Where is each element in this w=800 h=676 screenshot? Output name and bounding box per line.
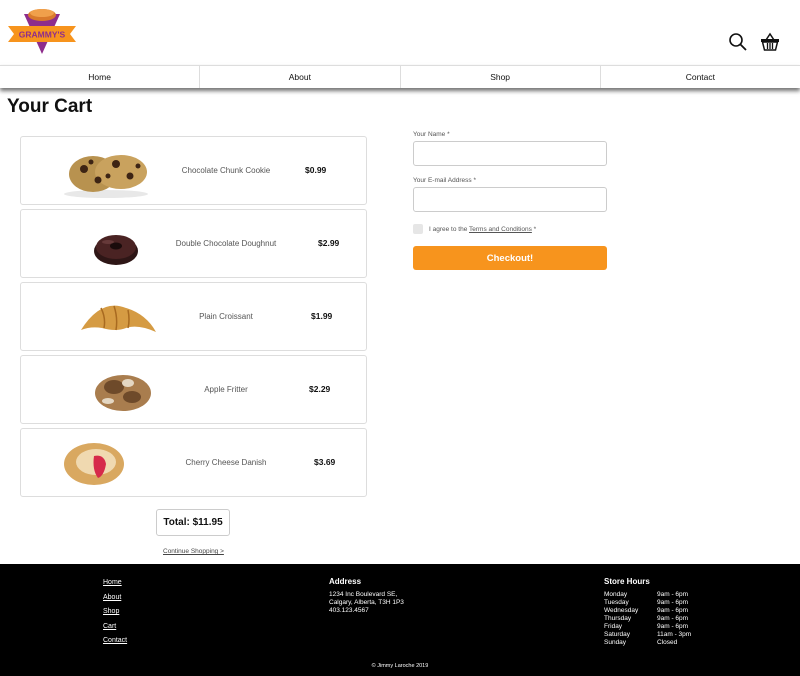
cart-item-name: Apple Fritter bbox=[204, 385, 248, 394]
hours-row: Tuesday 9am - 6pm bbox=[604, 599, 691, 607]
doughnut-image bbox=[94, 235, 138, 265]
hours-time: 9am - 6pm bbox=[657, 591, 689, 598]
cart-item-price: $0.99 bbox=[305, 165, 327, 175]
hours-time: 9am - 6pm bbox=[657, 607, 689, 614]
hours-row: Sunday Closed bbox=[604, 639, 691, 647]
terms-link[interactable]: Terms and Conditions bbox=[469, 226, 532, 233]
cart-item: Chocolate Chunk Cookie $0.99 bbox=[20, 136, 367, 205]
hours-row: Wednesday 9am - 6pm bbox=[604, 607, 691, 615]
checkout-button[interactable]: Checkout! bbox=[413, 246, 607, 270]
cart-item-price: $1.99 bbox=[311, 311, 333, 321]
cart-total: Total: $11.95 bbox=[156, 509, 230, 536]
email-field[interactable] bbox=[413, 187, 607, 212]
hours-heading: Store Hours bbox=[604, 577, 650, 586]
nav-item-home[interactable]: Home bbox=[0, 66, 201, 88]
cart-item-price: $2.29 bbox=[309, 384, 331, 394]
hours-day: Monday bbox=[604, 591, 628, 598]
nav-item-contact[interactable]: Contact bbox=[601, 66, 800, 88]
footer-store-hours: Store Hours Monday 9am - 6pm Tuesday 9am -… bbox=[604, 577, 691, 647]
main-nav: Home About Shop Contact bbox=[0, 65, 800, 88]
cart-item-name: Chocolate Chunk Cookie bbox=[181, 166, 271, 175]
name-field[interactable] bbox=[413, 141, 607, 166]
hours-time: 11am - 3pm bbox=[657, 631, 692, 638]
hours-time: Closed bbox=[657, 639, 678, 646]
footer-link-contact[interactable]: Contact bbox=[103, 637, 127, 644]
search-icon[interactable] bbox=[728, 32, 748, 52]
nav-item-about[interactable]: About bbox=[200, 66, 401, 88]
terms-row: I agree to the Terms and Conditions * bbox=[413, 223, 607, 235]
cart-item-name: Plain Croissant bbox=[199, 312, 253, 321]
hours-day: Sunday bbox=[604, 639, 627, 646]
hours-day: Friday bbox=[604, 623, 623, 630]
cookie-image bbox=[64, 155, 148, 198]
cart-item-price: $3.69 bbox=[314, 457, 336, 467]
footer-link-cart[interactable]: Cart bbox=[103, 623, 127, 630]
fritter-image bbox=[95, 375, 151, 411]
footer-address: Address 1234 Inc Boulevard SE, Calgary, … bbox=[329, 577, 404, 615]
checkout-form: Your Name * Your E-mail Address * I agre… bbox=[413, 131, 607, 270]
address-heading: Address bbox=[329, 577, 362, 586]
grammys-logo[interactable]: GRAMMY'S bbox=[6, 6, 78, 56]
hours-time: 9am - 6pm bbox=[657, 599, 689, 606]
basket-icon[interactable] bbox=[760, 32, 780, 52]
address-phone: 403.123.4567 bbox=[329, 607, 369, 614]
cart-item: Cherry Cheese Danish $3.69 bbox=[20, 428, 367, 497]
terms-prefix: I agree to the bbox=[429, 225, 469, 233]
address-line: 1234 Inc Boulevard SE, bbox=[329, 591, 398, 598]
terms-checkbox[interactable] bbox=[413, 224, 423, 234]
cart-item-name: Double Chocolate Doughnut bbox=[175, 239, 277, 248]
danish-image bbox=[64, 443, 124, 485]
email-label: Your E-mail Address * bbox=[413, 177, 476, 184]
footer-link-about[interactable]: About bbox=[103, 594, 127, 601]
name-label: Your Name * bbox=[413, 131, 450, 138]
terms-required-mark: * bbox=[531, 225, 537, 233]
site-footer: Home About Shop Cart Contact Address 123… bbox=[0, 564, 800, 676]
hours-time: 9am - 6pm bbox=[657, 615, 689, 622]
cart-item-name: Cherry Cheese Danish bbox=[185, 458, 267, 467]
hours-day: Tuesday bbox=[604, 599, 629, 606]
hours-day: Thursday bbox=[604, 615, 632, 622]
hours-row: Friday 9am - 6pm bbox=[604, 623, 691, 631]
hours-row: Monday 9am - 6pm bbox=[604, 591, 691, 599]
hours-row: Saturday 11am - 3pm bbox=[604, 631, 691, 639]
site-header: GRAMMY'S bbox=[0, 0, 800, 65]
address-line: Calgary, Alberta, T3H 1P3 bbox=[329, 599, 404, 606]
continue-shopping-link[interactable]: Continue Shopping > bbox=[163, 548, 224, 555]
page-title: Your Cart bbox=[7, 96, 93, 117]
nav-item-shop[interactable]: Shop bbox=[401, 66, 601, 88]
hours-day: Saturday bbox=[604, 631, 631, 638]
copyright: © Jimmy Laroche 2019 bbox=[371, 663, 429, 669]
footer-links: Home About Shop Cart Contact bbox=[103, 579, 127, 652]
logo-text: GRAMMY'S bbox=[19, 30, 66, 40]
croissant-image bbox=[81, 305, 156, 332]
cart-item: Apple Fritter $2.29 bbox=[20, 355, 367, 424]
hours-time: 9am - 6pm bbox=[657, 623, 689, 630]
cart-item: Plain Croissant $1.99 bbox=[20, 282, 367, 351]
footer-link-shop[interactable]: Shop bbox=[103, 608, 127, 615]
hours-row: Thursday 9am - 6pm bbox=[604, 615, 691, 623]
cart-item: Double Chocolate Doughnut $2.99 bbox=[20, 209, 367, 278]
cart-item-price: $2.99 bbox=[318, 238, 340, 248]
cart-list: Chocolate Chunk Cookie $0.99 Double Choc… bbox=[20, 136, 367, 501]
terms-text: I agree to the Terms and Conditions * bbox=[429, 226, 536, 233]
hours-day: Wednesday bbox=[604, 607, 639, 614]
footer-link-home[interactable]: Home bbox=[103, 579, 127, 586]
